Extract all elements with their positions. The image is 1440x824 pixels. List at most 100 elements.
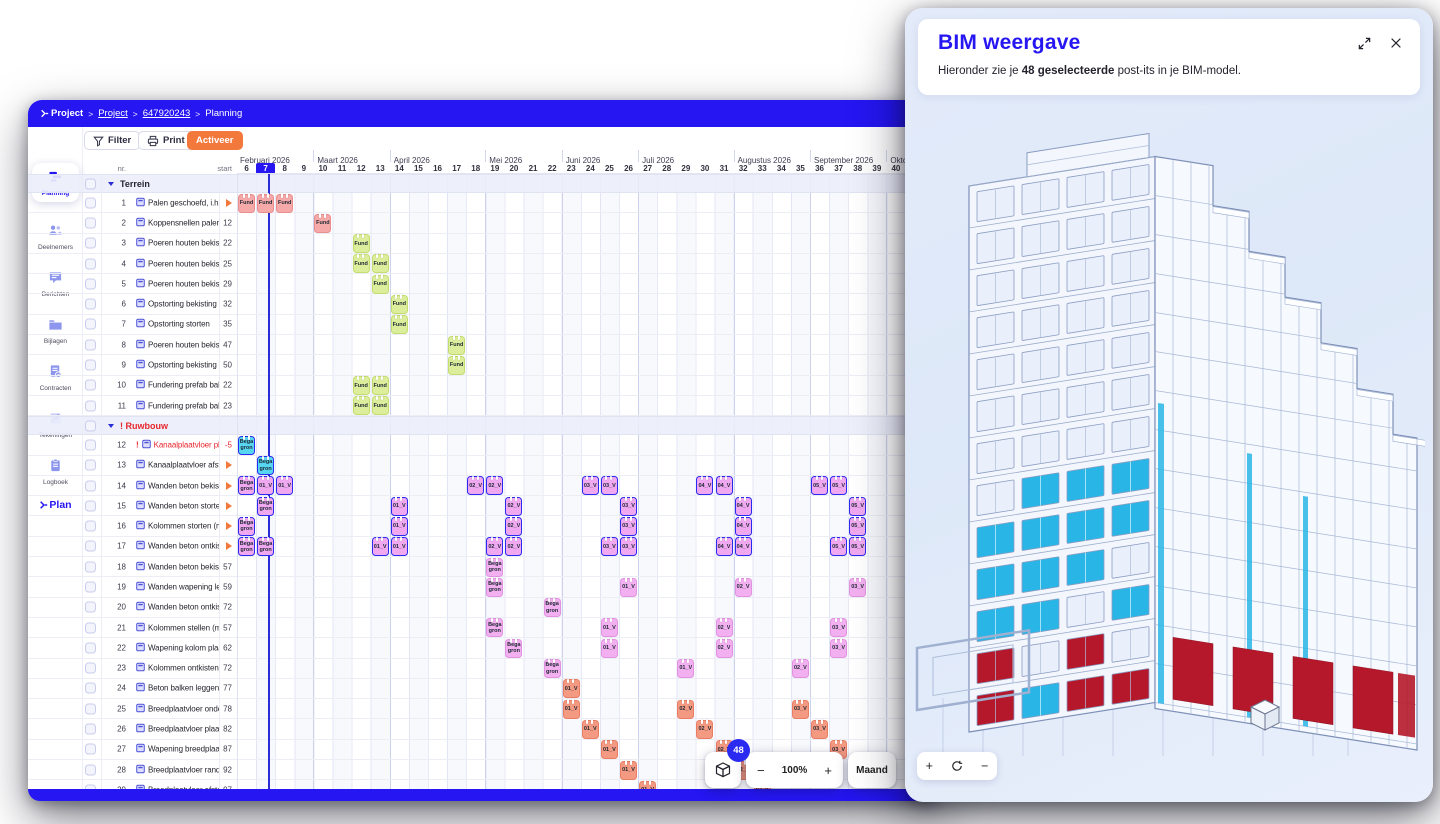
- gantt-postit[interactable]: 01_V: [562, 699, 580, 719]
- gantt-postit[interactable]: Fund: [448, 335, 466, 355]
- gantt-postit[interactable]: Fund: [238, 193, 255, 213]
- bim-reset-view-button[interactable]: [950, 759, 964, 773]
- task-checkbox[interactable]: [85, 379, 96, 391]
- task-checkbox[interactable]: [85, 400, 96, 412]
- gantt-postit[interactable]: Fund: [390, 314, 408, 335]
- gantt-postit[interactable]: 02_V: [467, 475, 485, 496]
- gantt-postit[interactable]: 02_V: [715, 617, 733, 638]
- task-checkbox[interactable]: [85, 439, 96, 451]
- gantt-postit[interactable]: 03_V: [600, 475, 618, 496]
- task-checkbox[interactable]: [85, 298, 96, 310]
- task-row[interactable]: 22Wapening kolom plaatsen62Bega gron01_V…: [28, 638, 940, 659]
- gantt-postit[interactable]: Bega gron: [238, 475, 255, 496]
- task-row[interactable]: 7 Opstorting storten 35 Fund: [28, 314, 940, 336]
- task-row[interactable]: 8Poeren houten bekisting o...47Fund: [28, 335, 940, 356]
- gantt-postit[interactable]: 02_V: [734, 577, 752, 597]
- gantt-postit[interactable]: Bega gron: [257, 536, 275, 557]
- gantt-postit[interactable]: 02_V: [505, 516, 523, 536]
- task-checkbox[interactable]: [85, 703, 96, 715]
- gantt-postit[interactable]: 03_V: [849, 577, 867, 597]
- task-row[interactable]: 14Wanden beton bekisten (t...Bega gron01…: [28, 475, 940, 497]
- section-header-row[interactable]: ! Ruwbouw: [28, 416, 940, 436]
- gantt-postit[interactable]: Bega gron: [543, 597, 561, 618]
- task-row[interactable]: 19Wanden wapening leggen59Bega gron01_V0…: [28, 577, 940, 598]
- chevron-down-icon[interactable]: [108, 424, 114, 429]
- gantt-postit[interactable]: Fund: [448, 355, 466, 375]
- gantt-postit[interactable]: 03_V: [830, 638, 848, 658]
- task-checkbox[interactable]: [85, 581, 96, 593]
- gantt-postit[interactable]: 04_V: [715, 475, 733, 496]
- task-checkbox[interactable]: [85, 197, 96, 209]
- gantt-postit[interactable]: 01_V: [562, 678, 580, 699]
- gantt-postit[interactable]: 01_V: [276, 475, 294, 496]
- section-checkbox[interactable]: [85, 178, 96, 189]
- gantt-postit[interactable]: Fund: [352, 395, 370, 416]
- task-row[interactable]: 23Kolommen ontkisten (mon...72Bega gron0…: [28, 658, 940, 679]
- gantt-postit[interactable]: 04_V: [734, 496, 752, 516]
- expand-button[interactable]: [1354, 33, 1374, 53]
- bim-zoom-out-button[interactable]: −: [981, 759, 988, 773]
- task-checkbox[interactable]: [85, 278, 96, 290]
- gantt-postit[interactable]: 05_V: [830, 536, 848, 557]
- gantt-postit[interactable]: 03_V: [620, 516, 637, 536]
- task-checkbox[interactable]: [85, 217, 96, 229]
- gantt-postit[interactable]: 03_V: [620, 536, 637, 557]
- task-checkbox[interactable]: [85, 237, 96, 249]
- gantt-postit[interactable]: 02_V: [696, 719, 714, 739]
- gantt-postit[interactable]: 02_V: [486, 475, 504, 496]
- task-checkbox[interactable]: [85, 662, 96, 674]
- gantt-postit[interactable]: Fund: [371, 274, 389, 294]
- gantt-postit[interactable]: 02_V: [791, 658, 809, 679]
- task-row[interactable]: 15 Wanden beton storten Bega gron 01_V 02_V 0…: [28, 496, 940, 517]
- gantt-postit[interactable]: 03_V: [581, 475, 599, 496]
- task-row[interactable]: 25Breedplaatvloer ondersteu...7801_V02_V…: [28, 699, 940, 720]
- task-checkbox[interactable]: [85, 764, 96, 776]
- task-row[interactable]: 24 Beton balken leggen 77 01_V: [28, 678, 940, 700]
- play-icon[interactable]: [226, 501, 232, 510]
- gantt-postit[interactable]: 03_V: [620, 496, 637, 516]
- gantt-postit[interactable]: Bega gron: [505, 638, 523, 658]
- task-row[interactable]: 17Wanden beton ontkisten (...Bega gronBe…: [28, 536, 940, 558]
- gantt-postit[interactable]: 01_V: [390, 536, 408, 557]
- gantt-postit[interactable]: Fund: [276, 193, 294, 213]
- gantt-postit[interactable]: 01_V: [677, 658, 695, 679]
- gantt-postit[interactable]: 04_V: [734, 536, 752, 557]
- task-row[interactable]: 21Kolommen stellen (monot...57Bega gron0…: [28, 617, 940, 639]
- play-icon[interactable]: [226, 522, 232, 531]
- gantt-postit[interactable]: Fund: [390, 294, 408, 314]
- gantt-postit[interactable]: Fund: [314, 213, 332, 233]
- play-icon[interactable]: [226, 481, 232, 490]
- gantt-postit[interactable]: Fund: [352, 253, 370, 274]
- gantt-postit[interactable]: 03_V: [791, 699, 809, 719]
- task-row[interactable]: 5Poeren houten bekisting s...29Fund: [28, 274, 940, 295]
- gantt-postit[interactable]: 02_V: [715, 638, 733, 658]
- task-checkbox[interactable]: [85, 258, 96, 270]
- gantt-postit[interactable]: Bega gron: [238, 516, 255, 536]
- task-row[interactable]: 16Kolommen storten (monot...Bega gron01_…: [28, 516, 940, 537]
- task-checkbox[interactable]: [85, 601, 96, 613]
- close-button[interactable]: [1386, 33, 1406, 53]
- task-row[interactable]: 13Kanaalplaatvloer afstorten...Bega gron: [28, 455, 940, 476]
- task-checkbox[interactable]: [85, 784, 96, 789]
- gantt-postit[interactable]: 01_V: [600, 739, 618, 760]
- gantt-postit[interactable]: 01_V: [600, 638, 618, 658]
- task-checkbox[interactable]: [85, 318, 96, 330]
- gantt-postit[interactable]: 03_V: [830, 617, 848, 638]
- gantt-postit[interactable]: 03_V: [811, 719, 828, 739]
- task-checkbox[interactable]: [85, 359, 96, 371]
- activate-button[interactable]: Activeer: [187, 131, 243, 150]
- task-checkbox[interactable]: [85, 500, 96, 512]
- task-row[interactable]: 26Breedplaatvloer plaatsen/...8201_V02_V…: [28, 719, 940, 740]
- gantt-postit[interactable]: Bega gron: [238, 536, 255, 557]
- task-checkbox[interactable]: [85, 743, 96, 755]
- gantt-postit[interactable]: 01_V: [620, 577, 637, 597]
- gantt-postit[interactable]: 01_V: [371, 536, 389, 557]
- gantt-postit[interactable]: 04_V: [715, 536, 733, 557]
- gantt-postit[interactable]: 04_V: [734, 516, 752, 536]
- chevron-down-icon[interactable]: [108, 182, 114, 186]
- bim-nav-cube[interactable]: [1249, 699, 1281, 731]
- gantt-postit[interactable]: 02_V: [486, 536, 504, 557]
- task-checkbox[interactable]: [85, 723, 96, 735]
- section-header-row[interactable]: Terrein: [28, 174, 940, 193]
- gantt-postit[interactable]: Bega gron: [238, 435, 255, 455]
